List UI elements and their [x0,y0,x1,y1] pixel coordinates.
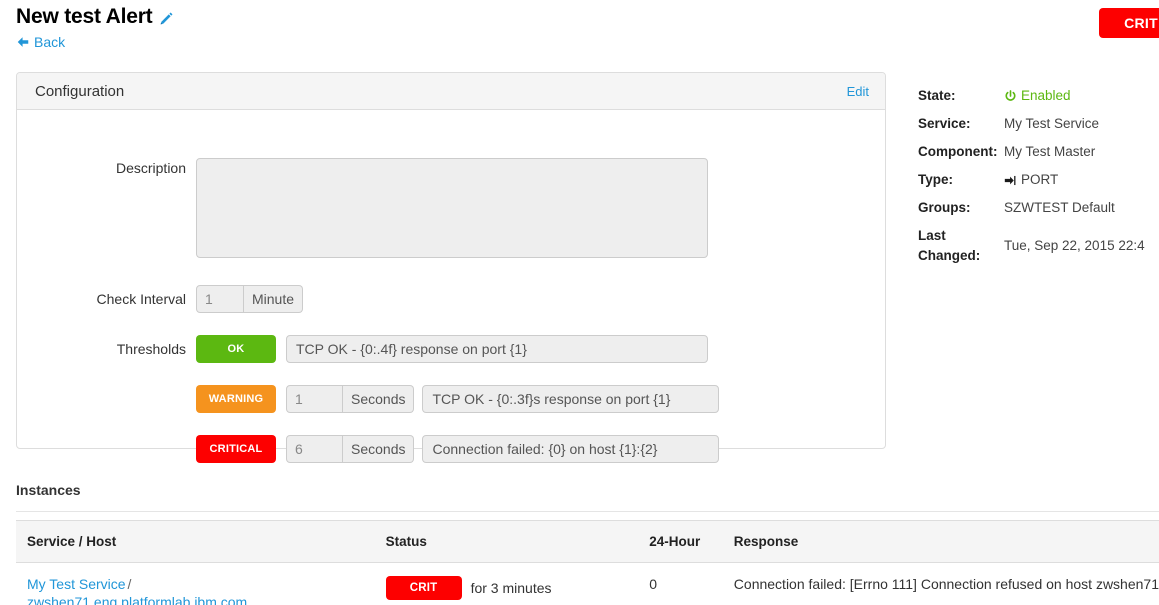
response-text: Connection failed: [Errno 111] Connectio… [733,576,1159,592]
sign-in-icon [1004,174,1017,187]
meta-value-component: My Test Master [1004,144,1096,159]
meta-key-component: Component: [918,144,998,159]
edit-link[interactable]: Edit [847,84,869,99]
page-title: New test Alert [16,5,153,28]
threshold-unit-critical[interactable]: Seconds [343,435,415,463]
threshold-row-warning: WARNING Seconds [17,385,885,413]
check-interval-row: Check Interval Minute [17,285,885,313]
meta-value-type: PORT [1004,170,1058,190]
meta-key-type: Type: [918,172,954,187]
service-host-separator: / [127,576,132,592]
instances-divider [16,511,1159,512]
meta-value-service: My Test Service [1004,116,1100,131]
status-cell: CRIT for 3 minutes [385,576,639,600]
service-link[interactable]: My Test Service [27,576,126,592]
threshold-row-ok: Thresholds OK [17,335,885,363]
threshold-message-ok[interactable] [286,335,708,363]
description-label: Description [115,160,186,176]
column-header-status[interactable]: Status [374,520,639,563]
check-interval-input[interactable] [196,285,244,313]
title-row: New test Alert [16,4,1146,30]
cell-response: Connection failed: [Errno 111] Connectio… [723,563,1159,605]
meta-key-groups: Groups: [918,200,971,215]
arrow-left-icon [16,35,30,49]
threshold-message-warning[interactable] [422,385,720,413]
severity-badge-ok: OK [196,335,276,363]
threshold-ok-field-area: OK [196,335,708,363]
meta-value-type-text: PORT [1021,172,1059,187]
meta-key-service: Service: [918,116,971,131]
instances-title: Instances [16,482,81,498]
severity-badge-warning: WARNING [196,385,276,413]
meta-key-last-changed: Last Changed: [918,228,981,263]
page-header: New test Alert Back [16,4,1146,51]
configuration-body: Description Check Interval Minute Thresh… [17,158,885,496]
meta-row-service: Service: My Test Service [918,114,1159,134]
threshold-row-critical: CRITICAL Seconds [17,435,885,463]
thresholds-label: Thresholds [116,341,186,357]
table-row: My Test Service / zwshen71.eng.platformla… [16,563,1159,605]
instances-table-head: Service / Host Status 24-Hour Response [16,520,1159,563]
instances-table: Service / Host Status 24-Hour Response M… [16,520,1159,605]
back-link[interactable]: Back [34,33,65,51]
meta-value-last-changed: Tue, Sep 22, 2015 22:4 [1004,238,1145,253]
instances-header-row: Service / Host Status 24-Hour Response [16,520,1159,563]
meta-row-groups: Groups: SZWTEST Default [918,198,1159,218]
alert-detail-page: New test Alert Back CRIT Configuration E… [0,0,1159,605]
host-link[interactable]: zwshen71.eng.platformlab.ibm.com [27,594,375,605]
status-badge: CRIT [1099,8,1159,38]
threshold-value-warning[interactable] [286,385,343,413]
instances-table-body: My Test Service / zwshen71.eng.platformla… [16,563,1159,605]
configuration-panel: Configuration Edit Description Check Int… [16,72,886,463]
severity-badge-critical: CRITICAL [196,435,276,463]
check-interval-field-area: Minute [196,285,304,313]
meta-row-last-changed: Last Changed: Tue, Sep 22, 2015 22:4 [918,226,1159,266]
column-header-response[interactable]: Response [722,520,1159,563]
power-icon [1004,89,1017,103]
description-row: Description [17,158,885,258]
meta-row-type: Type: PORT [918,170,1159,190]
threshold-warning-field-area: WARNING Seconds [196,385,720,413]
threshold-value-critical[interactable] [286,435,343,463]
cell-24-hour: 0 [649,576,658,592]
column-header-24-hour[interactable]: 24-Hour [638,520,723,563]
meta-value-groups: SZWTEST Default [1004,200,1115,215]
configuration-title: Configuration [35,82,125,100]
meta-key-state: State: [918,88,956,103]
threshold-critical-field-area: CRITICAL Seconds [196,435,720,463]
configuration-panel-header: Configuration Edit [17,73,885,110]
check-interval-label: Check Interval [96,291,186,307]
description-input[interactable] [196,158,708,258]
row-status-badge: CRIT [385,576,462,600]
threshold-unit-warning[interactable]: Seconds [343,385,415,413]
alert-meta-panel: State: Enabled Service: My Test Service … [918,86,1159,274]
status-duration: for 3 minutes [470,580,552,596]
pencil-icon[interactable] [159,8,174,26]
back-row[interactable]: Back [16,33,1146,51]
threshold-message-critical[interactable] [422,435,720,463]
column-header-service-host[interactable]: Service / Host [16,520,375,563]
meta-value-state: Enabled [1004,86,1071,106]
meta-value-state-text: Enabled [1021,88,1071,103]
description-field-area [196,158,708,258]
meta-row-state: State: Enabled [918,86,1159,106]
cell-service-host: My Test Service / zwshen71.eng.platformla… [16,563,375,605]
check-interval-unit[interactable]: Minute [244,285,304,313]
cell-status: CRIT for 3 minutes [375,563,639,605]
meta-row-component: Component: My Test Master [918,142,1159,162]
